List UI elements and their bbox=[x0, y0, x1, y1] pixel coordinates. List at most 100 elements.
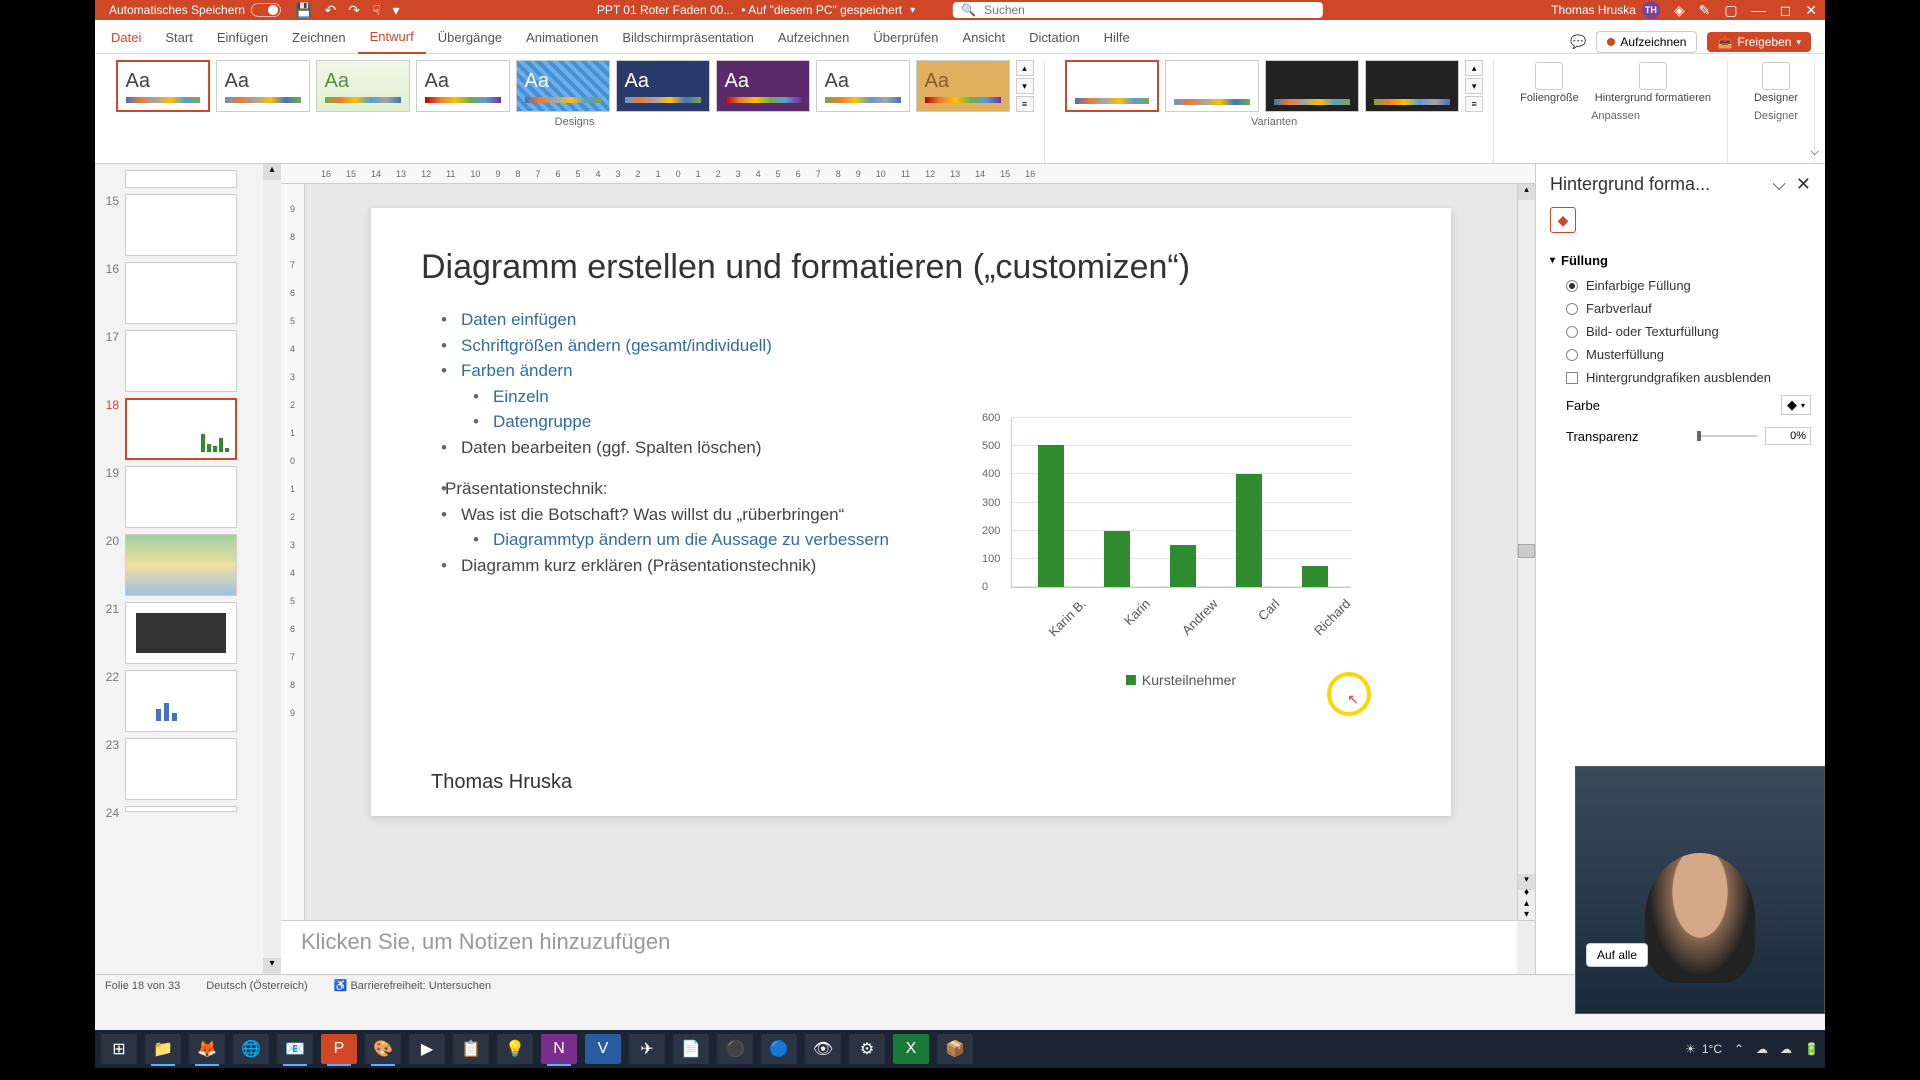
app-icon-9[interactable]: 📋 bbox=[453, 1034, 489, 1064]
chrome-icon[interactable]: 🌐 bbox=[233, 1034, 269, 1064]
slide-thumb-16[interactable] bbox=[125, 262, 237, 324]
tray-onedrive-icon[interactable]: ☁ bbox=[1780, 1042, 1792, 1056]
excel-icon[interactable]: X bbox=[893, 1034, 929, 1064]
slide-thumb-14[interactable] bbox=[125, 170, 237, 188]
start-menu-icon[interactable]: ⊞ bbox=[101, 1034, 137, 1064]
slide-thumb-15[interactable] bbox=[125, 194, 237, 256]
fill-solid-option[interactable]: Einfarbige Füllung bbox=[1550, 274, 1811, 297]
redo-icon[interactable]: ↷ bbox=[348, 2, 360, 19]
notes-area[interactable]: Klicken Sie, um Notizen hinzuzufügen bbox=[281, 920, 1535, 974]
variant-2[interactable] bbox=[1165, 60, 1259, 112]
fill-pattern-option[interactable]: Musterfüllung bbox=[1550, 343, 1811, 366]
undo-icon[interactable]: ↶ bbox=[325, 2, 337, 19]
hide-bg-checkbox[interactable]: Hintergrundgrafiken ausblenden bbox=[1550, 366, 1811, 389]
app-icon-10[interactable]: 💡 bbox=[497, 1034, 533, 1064]
search-box[interactable]: 🔍 Suchen bbox=[953, 2, 1323, 18]
slide-canvas[interactable]: Diagramm erstellen und formatieren („cus… bbox=[371, 208, 1451, 816]
file-name[interactable]: PPT 01 Roter Faden 00... bbox=[597, 3, 734, 17]
powerpoint-icon[interactable]: P bbox=[321, 1034, 357, 1064]
app-icon-12[interactable]: V bbox=[585, 1034, 621, 1064]
accessibility-status[interactable]: ♿ Barrierefreiheit: Untersuchen bbox=[334, 979, 491, 992]
slide-thumb-23[interactable] bbox=[125, 738, 237, 800]
thumbnail-scrollbar[interactable]: ▴▾ bbox=[263, 164, 281, 974]
pane-collapse-icon[interactable]: ⌵ bbox=[1772, 174, 1786, 195]
theme-scroll-up[interactable]: ▴ bbox=[1016, 60, 1034, 76]
slide-counter[interactable]: Folie 18 von 33 bbox=[105, 980, 180, 992]
save-icon[interactable]: 💾 bbox=[295, 2, 312, 19]
tab-slideshow[interactable]: Bildschirmpräsentation bbox=[610, 22, 766, 53]
tab-animations[interactable]: Animationen bbox=[514, 22, 610, 53]
tab-review[interactable]: Überprüfen bbox=[861, 22, 950, 53]
theme-thumb-4[interactable]: Aa bbox=[416, 60, 510, 112]
vertical-scrollbar[interactable]: ▴▾ ♦▴▾ bbox=[1517, 184, 1535, 920]
fill-picture-option[interactable]: Bild- oder Texturfüllung bbox=[1550, 320, 1811, 343]
transparency-value[interactable]: 0% bbox=[1765, 427, 1811, 445]
diamond-icon[interactable]: ◈ bbox=[1674, 2, 1685, 19]
language-status[interactable]: Deutsch (Österreich) bbox=[206, 980, 307, 992]
maximize-icon[interactable]: ◻ bbox=[1780, 2, 1792, 19]
theme-thumb-8[interactable]: Aa bbox=[816, 60, 910, 112]
tab-help[interactable]: Hilfe bbox=[1092, 22, 1142, 53]
minimize-icon[interactable]: — bbox=[1752, 2, 1766, 18]
tab-view[interactable]: Ansicht bbox=[950, 22, 1017, 53]
onenote-icon[interactable]: N bbox=[541, 1034, 577, 1064]
tab-file[interactable]: Datei bbox=[99, 22, 153, 53]
app-icon-16[interactable]: 🔵 bbox=[761, 1034, 797, 1064]
weather-widget[interactable]: ☀1°C bbox=[1685, 1042, 1722, 1056]
slide-thumb-21[interactable] bbox=[125, 602, 237, 664]
apply-all-button[interactable]: Auf alle bbox=[1586, 943, 1648, 967]
tray-battery-icon[interactable]: 🔋 bbox=[1804, 1042, 1819, 1056]
theme-thumb-6[interactable]: Aa bbox=[616, 60, 710, 112]
pen-icon[interactable]: ✎ bbox=[1699, 2, 1711, 19]
tray-cloud-icon[interactable]: ☁ bbox=[1756, 1042, 1768, 1056]
transparency-slider[interactable] bbox=[1697, 435, 1757, 437]
slide-thumb-20[interactable] bbox=[125, 534, 237, 596]
dropdown-icon[interactable]: ▾ bbox=[910, 5, 915, 16]
tab-draw[interactable]: Zeichnen bbox=[280, 22, 357, 53]
vlc-icon[interactable]: ▶ bbox=[409, 1034, 445, 1064]
slide-thumb-19[interactable] bbox=[125, 466, 237, 528]
slide-thumb-17[interactable] bbox=[125, 330, 237, 392]
tab-design[interactable]: Entwurf bbox=[358, 21, 426, 54]
firefox-icon[interactable]: 🦊 bbox=[189, 1034, 225, 1064]
app-icon-14[interactable]: 📄 bbox=[673, 1034, 709, 1064]
theme-thumb-2[interactable]: Aa bbox=[216, 60, 310, 112]
tab-insert[interactable]: Einfügen bbox=[205, 22, 280, 53]
theme-more[interactable]: ≡ bbox=[1016, 96, 1034, 112]
record-button[interactable]: Aufzeichnen bbox=[1596, 31, 1697, 53]
variant-4[interactable] bbox=[1365, 60, 1459, 112]
fill-gradient-option[interactable]: Farbverlauf bbox=[1550, 297, 1811, 320]
tray-expand-icon[interactable]: ⌃ bbox=[1734, 1042, 1744, 1056]
format-background-button[interactable]: Hintergrund formatieren bbox=[1589, 60, 1717, 106]
tab-start[interactable]: Start bbox=[153, 22, 204, 53]
slide-size-button[interactable]: Foliengröße bbox=[1514, 60, 1585, 106]
theme-thumb-1[interactable]: Aa bbox=[116, 60, 210, 112]
variant-scroll-up[interactable]: ▴ bbox=[1465, 60, 1483, 76]
designer-button[interactable]: Designer bbox=[1748, 60, 1804, 106]
more-qat-icon[interactable]: ▾ bbox=[393, 2, 400, 19]
app-icon-17[interactable]: 👁 bbox=[805, 1034, 841, 1064]
user-account[interactable]: Thomas Hruska TH bbox=[1551, 1, 1660, 19]
app-icon-20[interactable]: 📦 bbox=[937, 1034, 973, 1064]
slide-thumb-18[interactable] bbox=[125, 398, 237, 460]
close-icon[interactable]: ✕ bbox=[1805, 2, 1817, 19]
variant-3[interactable] bbox=[1265, 60, 1359, 112]
tab-transitions[interactable]: Übergänge bbox=[426, 22, 514, 53]
fill-section-header[interactable]: Füllung bbox=[1550, 247, 1811, 274]
app-icon-7[interactable]: 🎨 bbox=[365, 1034, 401, 1064]
color-picker[interactable]: ◆ bbox=[1781, 395, 1811, 415]
obs-icon[interactable]: ⚫ bbox=[717, 1034, 753, 1064]
theme-thumb-7[interactable]: Aa bbox=[716, 60, 810, 112]
variant-scroll-down[interactable]: ▾ bbox=[1465, 78, 1483, 94]
pane-close-icon[interactable]: ✕ bbox=[1796, 174, 1811, 195]
touch-mode-icon[interactable]: ☟ bbox=[372, 2, 381, 19]
tab-dictation[interactable]: Dictation bbox=[1017, 22, 1092, 53]
variant-1[interactable] bbox=[1065, 60, 1159, 112]
slide-thumb-24[interactable] bbox=[125, 806, 237, 812]
outlook-icon[interactable]: 📧 bbox=[277, 1034, 313, 1064]
theme-scroll-down[interactable]: ▾ bbox=[1016, 78, 1034, 94]
autosave-toggle[interactable] bbox=[251, 3, 281, 17]
settings-icon[interactable]: ⚙ bbox=[849, 1034, 885, 1064]
tab-record[interactable]: Aufzeichnen bbox=[766, 22, 862, 53]
slide-thumb-22[interactable] bbox=[125, 670, 237, 732]
